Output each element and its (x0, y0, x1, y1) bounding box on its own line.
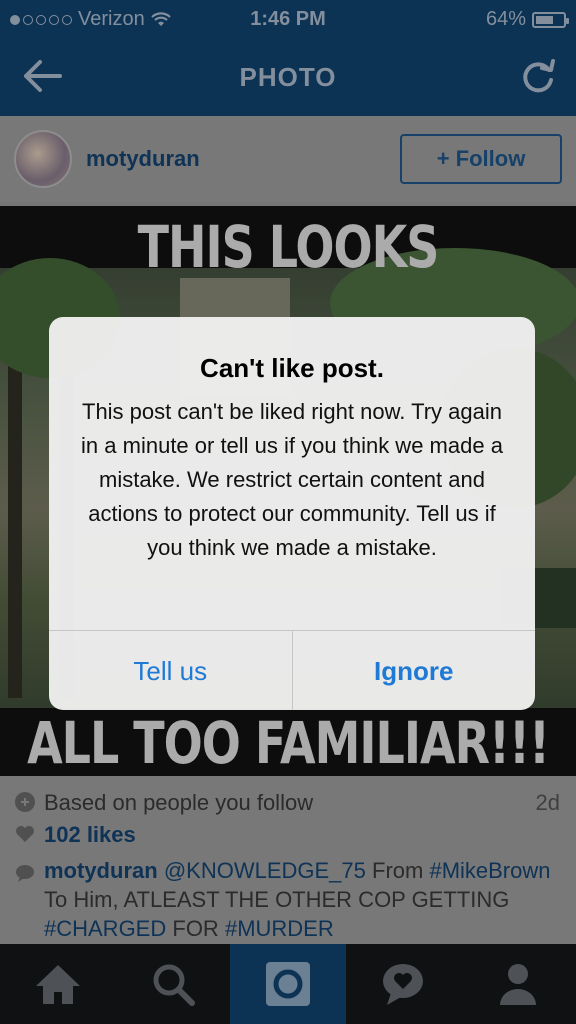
alert-dialog: Can't like post. This post can't be like… (49, 317, 535, 710)
alert-title: Can't like post. (200, 353, 384, 383)
ignore-button[interactable]: Ignore (291, 631, 536, 710)
alert-message: This post can't be liked right now. Try … (81, 399, 503, 560)
alert-buttons: Tell us Ignore (49, 630, 535, 710)
tell-us-button[interactable]: Tell us (49, 631, 292, 710)
